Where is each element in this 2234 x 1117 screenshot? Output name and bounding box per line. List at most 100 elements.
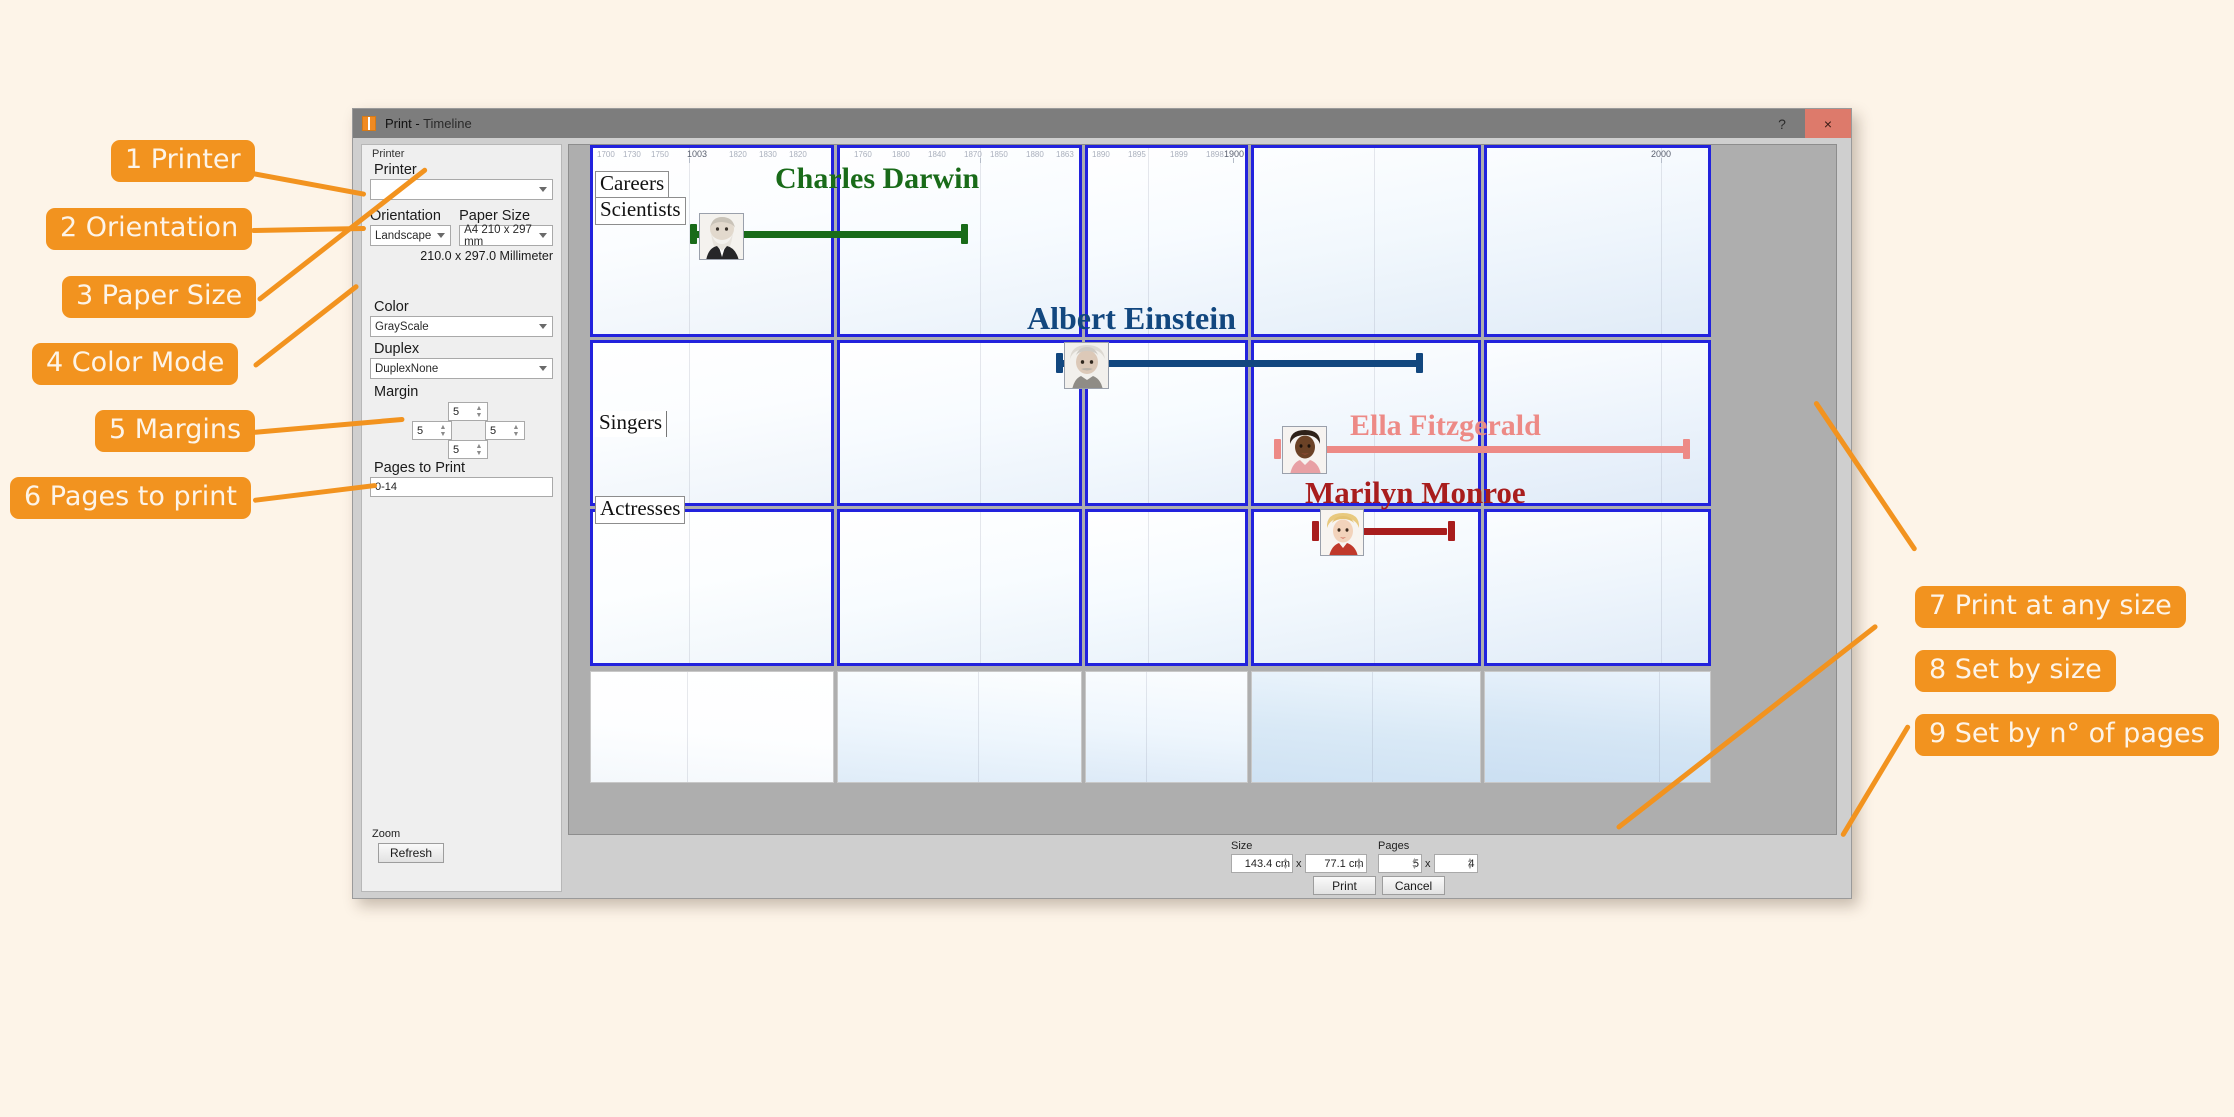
app-icon [362, 116, 376, 131]
preview-page[interactable] [1484, 671, 1711, 783]
timeline-ruler [1254, 148, 1478, 163]
preview-page[interactable] [1085, 671, 1248, 783]
pages-columns-input[interactable]: 5 ▲ ▼ [1378, 854, 1422, 873]
margin-right-value: 5 [490, 424, 497, 437]
stepper-arrows-icon[interactable]: ▲ ▼ [510, 423, 522, 438]
refresh-button[interactable]: Refresh [378, 843, 444, 863]
margin-bottom-value: 5 [453, 443, 460, 456]
printer-settings-panel: Printer Printer Orientation Landscape Pa… [361, 144, 562, 892]
chevron-down-icon [539, 365, 547, 371]
stepper-arrows-icon[interactable]: ▲ ▼ [1409, 856, 1420, 871]
stepper-arrows-icon[interactable]: ▲ ▼ [1465, 856, 1476, 871]
printer-group-label: Printer [372, 148, 405, 160]
dialog-title-main: Print [385, 116, 412, 131]
duplex-field-label: Duplex [374, 341, 420, 357]
leader-line-4 [252, 283, 360, 369]
close-button[interactable]: × [1805, 109, 1851, 138]
margin-left-value: 5 [417, 424, 424, 437]
pages-to-print-label: Pages to Print [374, 460, 466, 476]
preview-page-row-partial [590, 671, 1822, 783]
callout-printer: 1 Printer [111, 140, 255, 183]
preview-sheet: 1700 1730 1750 1003 1820 1830 1820 1760 … [590, 145, 1822, 834]
zoom-group-label: Zoom [372, 828, 401, 840]
ruler-year: 1900 [1224, 149, 1245, 159]
preview-page[interactable] [1484, 509, 1711, 666]
preview-page[interactable] [837, 671, 1082, 783]
callout-orientation: 2 Orientation [46, 208, 253, 251]
pages-rows-input[interactable]: 4 ▲ ▼ [1433, 854, 1478, 873]
preview-page[interactable] [1085, 509, 1248, 666]
pages-separator: x [1425, 857, 1431, 870]
preview-page[interactable] [590, 340, 834, 506]
paper-dimensions-text: 210.0 x 297.0 Millimeter [420, 249, 553, 263]
leader-line-1 [246, 170, 367, 198]
paper-size-select[interactable]: A4 210 x 297 mm [459, 224, 553, 248]
preview-page[interactable]: 2000 [1484, 145, 1711, 337]
stepper-arrows-icon[interactable]: ▲ ▼ [473, 404, 485, 419]
dialog-titlebar[interactable]: Print - Timeline ? × [353, 109, 1851, 138]
screenshot-root: 1 Printer 2 Orientation 3 Paper Size 4 C… [0, 0, 2234, 1117]
help-icon: ? [1778, 115, 1786, 132]
preview-footer-controls: Size 143.4 cm ▲ ▼ x 77.1 cm ▲ ▼ Pages 5 … [568, 840, 1843, 895]
preview-page[interactable] [1251, 340, 1481, 506]
preview-page[interactable] [1085, 340, 1248, 506]
timeline-ruler: 2000 [1487, 148, 1708, 163]
preview-page[interactable]: 1700 1730 1750 1003 1820 1830 1820 [590, 145, 834, 337]
preview-page[interactable] [590, 671, 834, 783]
preview-page[interactable] [837, 340, 1082, 506]
print-button[interactable]: Print [1313, 876, 1376, 895]
preview-page-row: 1700 1730 1750 1003 1820 1830 1820 1760 … [590, 145, 1822, 337]
dialog-body: Printer Printer Orientation Landscape Pa… [353, 138, 1851, 898]
preview-page[interactable] [1251, 145, 1481, 337]
stepper-arrows-icon[interactable]: ▲ ▼ [1354, 856, 1365, 871]
stepper-arrows-icon[interactable]: ▲ ▼ [437, 423, 449, 438]
color-field-label: Color [374, 299, 409, 315]
preview-page-row [590, 509, 1822, 666]
chevron-down-icon [539, 186, 547, 192]
margin-right-spinner[interactable]: 5 ▲ ▼ [485, 421, 525, 440]
size-height-input[interactable]: 77.1 cm ▲ ▼ [1304, 854, 1367, 873]
orientation-field-label: Orientation [370, 208, 441, 224]
timeline-ruler: 1890 1895 1899 1898 1900 [1088, 148, 1245, 163]
pages-group-label: Pages [1378, 840, 1410, 852]
margin-top-spinner[interactable]: 5 ▲ ▼ [448, 402, 488, 421]
preview-page[interactable] [590, 509, 834, 666]
dialog-title-document: Timeline [423, 116, 472, 131]
duplex-select[interactable]: DuplexNone [370, 358, 553, 379]
margin-top-value: 5 [453, 405, 460, 418]
chevron-down-icon [539, 232, 547, 238]
orientation-select[interactable]: Landscape [370, 225, 452, 246]
dialog-title: Print - Timeline [385, 116, 472, 131]
preview-page[interactable]: 1890 1895 1899 1898 1900 [1085, 145, 1248, 337]
pages-to-print-value: 0-14 [375, 481, 398, 493]
margin-left-spinner[interactable]: 5 ▲ ▼ [412, 421, 452, 440]
margin-group-label: Margin [374, 384, 419, 400]
size-group-label: Size [1231, 840, 1253, 852]
duplex-select-value: DuplexNone [375, 362, 439, 375]
chevron-down-icon [539, 323, 547, 329]
print-preview-area[interactable]: 1700 1730 1750 1003 1820 1830 1820 1760 … [568, 144, 1837, 835]
timeline-ruler: 1760 1800 1840 1870 1850 1880 1863 [840, 148, 1079, 163]
callout-color-mode: 4 Color Mode [32, 343, 239, 386]
preview-page[interactable] [1251, 509, 1481, 666]
stepper-arrows-icon[interactable]: ▲ ▼ [473, 442, 485, 457]
callout-set-by-pages: 9 Set by n° of pages [1915, 714, 2219, 757]
preview-page[interactable]: 1760 1800 1840 1870 1850 1880 1863 [837, 145, 1082, 337]
paper-size-field-label: Paper Size [459, 208, 531, 224]
close-icon: × [1823, 115, 1833, 132]
preview-page[interactable] [1251, 671, 1481, 783]
size-width-input[interactable]: 143.4 cm ▲ ▼ [1231, 854, 1293, 873]
stepper-arrows-icon[interactable]: ▲ ▼ [1280, 856, 1291, 871]
preview-page[interactable] [837, 509, 1082, 666]
color-mode-select[interactable]: GrayScale [370, 316, 553, 337]
pages-to-print-input[interactable]: 0-14 [370, 477, 553, 497]
cancel-button-label: Cancel [1394, 878, 1433, 893]
callout-margins: 5 Margins [95, 410, 256, 453]
refresh-button-label: Refresh [389, 846, 433, 860]
help-button[interactable]: ? [1759, 109, 1805, 138]
cancel-button[interactable]: Cancel [1382, 876, 1445, 895]
dialog-title-separator: - [411, 116, 424, 131]
margin-bottom-spinner[interactable]: 5 ▲ ▼ [448, 440, 488, 459]
callout-set-by-size: 8 Set by size [1915, 650, 2116, 693]
preview-page[interactable] [1484, 340, 1711, 506]
